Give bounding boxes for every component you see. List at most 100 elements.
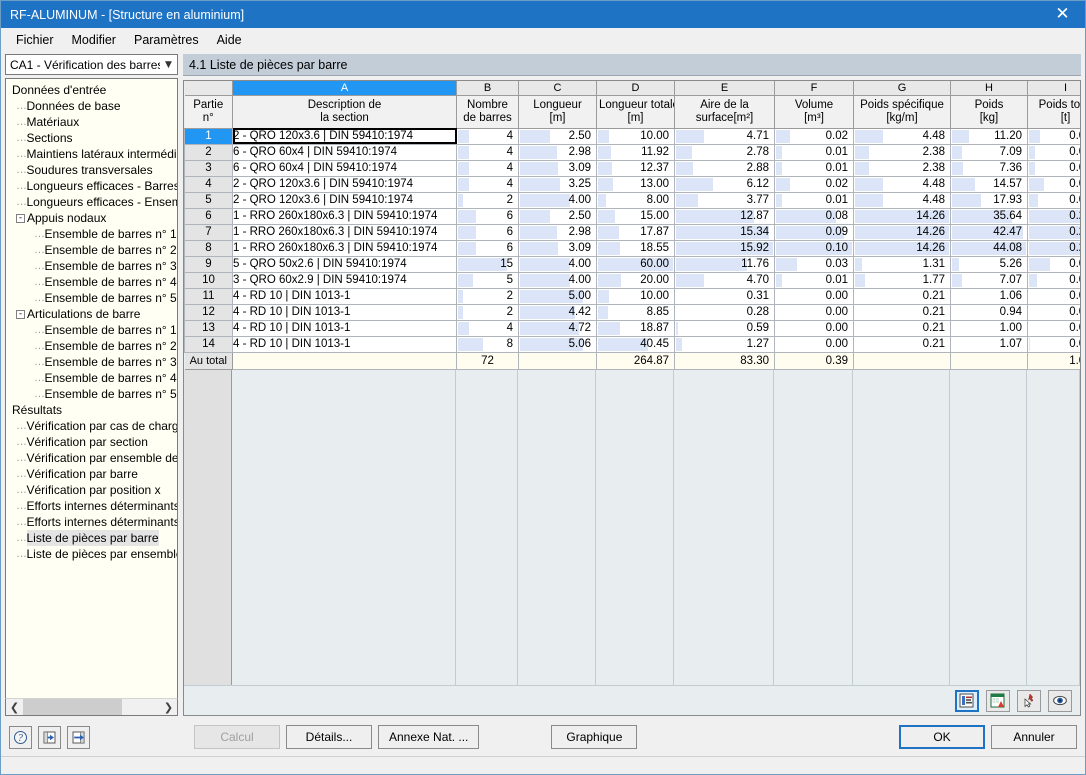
column-header-E[interactable]: E	[674, 81, 775, 96]
tree-item[interactable]: …Ensemble de barres n° 2 - U	[6, 242, 177, 258]
cell-vol[interactable]: 0.10	[774, 239, 854, 257]
cell-nb[interactable]: 6	[456, 223, 519, 241]
navigation-tree[interactable]: Données d'entrée …Données de base …Matéria…	[5, 78, 178, 698]
cell-nb[interactable]: 6	[456, 239, 519, 257]
select-pointer-icon[interactable]	[1017, 689, 1041, 712]
cell-pt[interactable]: 0.029	[1027, 159, 1080, 177]
tree-item[interactable]: …Sections	[6, 130, 177, 146]
cell-nb[interactable]: 4	[456, 319, 519, 337]
row-number-cell[interactable]: 14	[184, 335, 233, 353]
cell-pt[interactable]: 0.036	[1027, 191, 1080, 209]
cell-poids[interactable]: 42.47	[950, 223, 1028, 241]
row-number-cell[interactable]: 1	[184, 127, 233, 145]
cell-lgt[interactable]: 10.00	[596, 127, 675, 145]
cell-lg[interactable]: 4.42	[518, 303, 597, 321]
load-case-combobox[interactable]: CA1 - Vérification des barres en ▼	[5, 54, 178, 75]
cell-description[interactable]: 1 - RRO 260x180x6.3 | DIN 59410:1974	[232, 239, 457, 257]
tree-item[interactable]: …Vérification par barre	[6, 466, 177, 482]
cell-aire[interactable]: 2.78	[674, 143, 775, 161]
cell-lg[interactable]: 4.00	[518, 191, 597, 209]
tree-item[interactable]: …Maintiens latéraux intermédiaires	[6, 146, 177, 162]
cell-aire[interactable]: 0.31	[674, 287, 775, 305]
cell-ps[interactable]: 0.21	[853, 335, 951, 353]
cell-vol[interactable]: 0.02	[774, 127, 854, 145]
cell-ps[interactable]: 0.21	[853, 319, 951, 337]
hscrollbar-track[interactable]	[23, 699, 160, 715]
cell-ps[interactable]: 14.26	[853, 239, 951, 257]
cell-lgt[interactable]: 18.87	[596, 319, 675, 337]
tree-item[interactable]: …Ensemble de barres n° 1 - P	[6, 322, 177, 338]
cell-lg[interactable]: 2.98	[518, 223, 597, 241]
cell-lgt[interactable]: 60.00	[596, 255, 675, 273]
cell-nb[interactable]: 2	[456, 303, 519, 321]
cell-vol[interactable]: 0.01	[774, 191, 854, 209]
row-number-cell[interactable]: 12	[184, 303, 233, 321]
cell-description[interactable]: 1 - RRO 260x180x6.3 | DIN 59410:1974	[232, 207, 457, 225]
tree-item[interactable]: …Vérification par ensemble de barres	[6, 450, 177, 466]
cell-poids[interactable]: 17.93	[950, 191, 1028, 209]
cell-nb[interactable]: 2	[456, 191, 519, 209]
cell-poids[interactable]: 1.06	[950, 287, 1028, 305]
row-number-cell[interactable]: 7	[184, 223, 233, 241]
column-header-A[interactable]: A	[232, 81, 457, 96]
cell-description[interactable]: 6 - QRO 60x4 | DIN 59410:1974	[232, 143, 457, 161]
cell-lgt[interactable]: 8.00	[596, 191, 675, 209]
close-icon[interactable]: ✕	[1040, 1, 1085, 28]
cell-vol[interactable]: 0.03	[774, 255, 854, 273]
cell-nb[interactable]: 5	[456, 271, 519, 289]
table-row[interactable]: 52 - QRO 120x3.6 | DIN 59410:1974 2 4.00 8.…	[184, 191, 1080, 209]
chevron-left-icon[interactable]: ❮	[6, 699, 23, 715]
column-header-B[interactable]: B	[456, 81, 519, 96]
column-header-C[interactable]: C	[518, 81, 597, 96]
cell-nb[interactable]: 15	[456, 255, 519, 273]
cell-poids[interactable]: 35.64	[950, 207, 1028, 225]
tree-item[interactable]: …Ensemble de barres n° 5 - U	[6, 290, 177, 306]
cell-description[interactable]: 4 - RD 10 | DIN 1013-1	[232, 303, 457, 321]
cell-lgt[interactable]: 18.55	[596, 239, 675, 257]
cell-lg[interactable]: 5.00	[518, 287, 597, 305]
cell-lg[interactable]: 2.50	[518, 207, 597, 225]
cell-aire[interactable]: 2.88	[674, 159, 775, 177]
cell-poids[interactable]: 7.36	[950, 159, 1028, 177]
cell-aire[interactable]: 6.12	[674, 175, 775, 193]
cell-nb[interactable]: 4	[456, 159, 519, 177]
menu-item-fichier[interactable]: Fichier	[7, 30, 63, 50]
tree-item[interactable]: …Ensemble de barres n° 3 - U	[6, 354, 177, 370]
cell-lg[interactable]: 2.98	[518, 143, 597, 161]
cell-vol[interactable]: 0.00	[774, 303, 854, 321]
tree-item[interactable]: …Efforts internes déterminants par ensem…	[6, 514, 177, 530]
cell-lg[interactable]: 5.06	[518, 335, 597, 353]
column-header-H[interactable]: H	[950, 81, 1028, 96]
cell-ps[interactable]: 2.38	[853, 143, 951, 161]
row-number-cell[interactable]: 2	[184, 143, 233, 161]
cell-poids[interactable]: 1.00	[950, 319, 1028, 337]
cell-pt[interactable]: 0.058	[1027, 175, 1080, 193]
table-row[interactable]: 14 4 - RD 10 | DIN 1013-1 8 5.06 40.45 1.27 0.…	[184, 335, 1080, 353]
table-row[interactable]: 71 - RRO 260x180x6.3 | DIN 59410:1974 6 2.…	[184, 223, 1080, 241]
cell-pt[interactable]: 0.028	[1027, 143, 1080, 161]
tree-item[interactable]: …Vérification par section	[6, 434, 177, 450]
ok-button[interactable]: OK	[899, 725, 985, 749]
chevron-right-icon[interactable]: ❯	[160, 699, 177, 715]
table-row[interactable]: 95 - QRO 50x2.6 | DIN 59410:1974 15 4.00 60…	[184, 255, 1080, 273]
tree-item[interactable]: …Vérification par position x	[6, 482, 177, 498]
cell-aire[interactable]: 0.28	[674, 303, 775, 321]
cell-description[interactable]: 3 - QRO 60x2.9 | DIN 59410:1974	[232, 271, 457, 289]
graphique-button[interactable]: Graphique	[551, 725, 638, 749]
cell-pt[interactable]: 0.079	[1027, 255, 1080, 273]
tree-item[interactable]: …Longueurs efficaces - Ensembles	[6, 194, 177, 210]
cell-vol[interactable]: 0.08	[774, 207, 854, 225]
cell-pt[interactable]: 0.265	[1027, 239, 1080, 257]
chevron-down-icon[interactable]: ▼	[160, 60, 177, 70]
cell-ps[interactable]: 4.48	[853, 175, 951, 193]
hscrollbar-thumb[interactable]	[23, 699, 122, 715]
row-number-cell[interactable]: 4	[184, 175, 233, 193]
tree-item[interactable]: - Articulations de barre	[6, 306, 177, 322]
cell-nb[interactable]: 6	[456, 207, 519, 225]
cell-pt[interactable]: 0.004	[1027, 319, 1080, 337]
cell-lgt[interactable]: 12.37	[596, 159, 675, 177]
cell-pt[interactable]: 0.002	[1027, 287, 1080, 305]
cell-description[interactable]: 5 - QRO 50x2.6 | DIN 59410:1974	[232, 255, 457, 273]
column-header-F[interactable]: F	[774, 81, 854, 96]
row-number-cell[interactable]: 9	[184, 255, 233, 273]
